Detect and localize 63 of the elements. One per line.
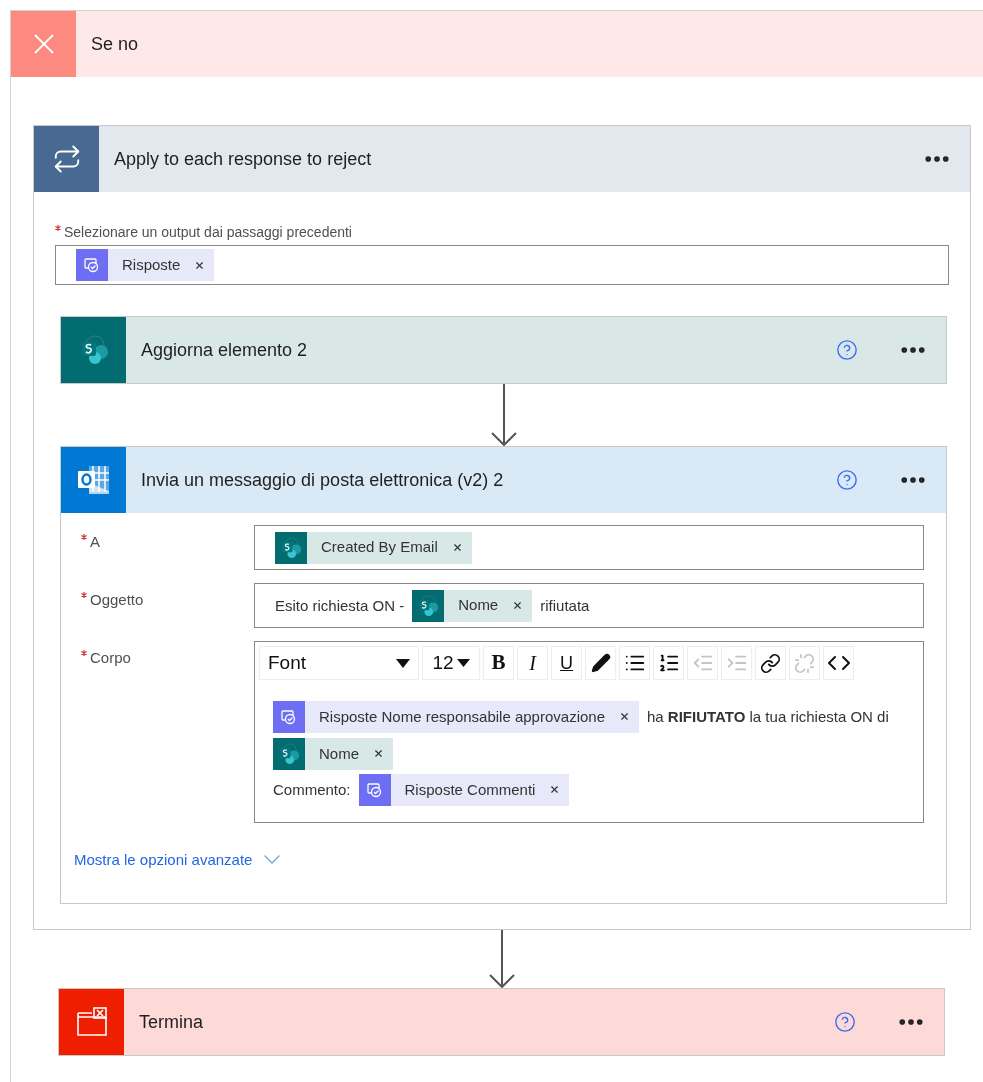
toolbar-button[interactable]: B bbox=[483, 646, 514, 680]
pen-icon bbox=[590, 653, 611, 673]
token-chip[interactable]: Risposte Commenti bbox=[358, 773, 570, 806]
toolbar-button[interactable]: U bbox=[551, 646, 582, 680]
toolbar-button[interactable] bbox=[823, 646, 854, 680]
help-icon[interactable] bbox=[834, 1011, 856, 1034]
action-header[interactable]: Aggiorna elemento 2 bbox=[61, 317, 946, 383]
token-label: Risposte Nome responsabile approvazione bbox=[318, 706, 606, 727]
token-chip[interactable]: Risposte bbox=[76, 249, 215, 281]
body-text: Esito richiesta ON - bbox=[275, 595, 405, 616]
dropdown-icon bbox=[396, 658, 410, 668]
toolbar-button[interactable] bbox=[619, 646, 650, 680]
input-field[interactable]: Created By Email bbox=[254, 525, 924, 570]
token-chip[interactable]: Nome bbox=[412, 589, 533, 622]
chevron-down-icon bbox=[264, 855, 281, 865]
remove-icon[interactable] bbox=[194, 259, 206, 271]
body-text: Commento: bbox=[273, 780, 351, 798]
token-chip[interactable]: Created By Email bbox=[275, 531, 472, 564]
remove-icon[interactable] bbox=[549, 784, 561, 796]
link-icon bbox=[760, 652, 781, 674]
action-title: Invia un messaggio di posta elettronica (v2) 2 bbox=[141, 468, 505, 492]
action-header[interactable]: Invia un messaggio di posta elettronica (v2) 2 bbox=[61, 447, 946, 513]
toolbar-button[interactable] bbox=[653, 646, 684, 680]
input-field[interactable]: Risposte bbox=[55, 245, 949, 285]
token-chip[interactable]: Nome bbox=[273, 737, 393, 770]
font-dropdown[interactable]: Font bbox=[259, 646, 419, 680]
action-header[interactable]: Apply to each response to reject bbox=[34, 126, 970, 192]
field-label: A bbox=[90, 532, 100, 552]
unlink-icon bbox=[794, 652, 815, 674]
size-dropdown[interactable]: 12 bbox=[422, 646, 480, 680]
dropdown-icon bbox=[456, 659, 470, 667]
numbered-list-icon bbox=[657, 652, 680, 674]
token-label: Risposte Commenti bbox=[403, 779, 537, 800]
toolbar-button[interactable] bbox=[585, 646, 616, 680]
help-icon[interactable] bbox=[836, 469, 858, 491]
remove-icon[interactable] bbox=[512, 600, 524, 611]
token-label: Nome bbox=[457, 595, 500, 616]
token-label: Risposte bbox=[121, 254, 182, 275]
remove-icon[interactable] bbox=[451, 542, 463, 553]
connector-arrow bbox=[488, 384, 519, 446]
token-label: Created By Email bbox=[320, 537, 439, 558]
token-label: Nome bbox=[318, 743, 360, 764]
toolbar-button[interactable] bbox=[755, 646, 786, 680]
connector-arrow bbox=[487, 930, 517, 989]
field-label: Oggetto bbox=[90, 590, 144, 610]
rich-text-editor[interactable]: Font 12 B I U Risposte Nome responsabile approvazione ha RIFIUTATO la tua richiesta ON di Nome Commento: Risposte Commenti bbox=[254, 641, 924, 823]
field-label: Selezionare un output dai passaggi precedenti bbox=[64, 223, 352, 242]
token-chip[interactable]: Risposte Nome responsabile approvazione bbox=[273, 700, 639, 733]
action-title: Apply to each response to reject bbox=[114, 147, 373, 171]
action-title: Termina bbox=[139, 1010, 205, 1034]
branch-header[interactable]: Se no bbox=[11, 11, 983, 77]
remove-icon[interactable] bbox=[373, 748, 384, 760]
branch-title: Se no bbox=[91, 32, 139, 56]
body-text: rifiutata bbox=[540, 595, 590, 616]
advanced-options-link[interactable]: Mostra le opzioni avanzate bbox=[74, 848, 253, 872]
input-field[interactable]: Esito richiesta ON - Nome rifiutata bbox=[254, 583, 924, 628]
action-title: Aggiorna elemento 2 bbox=[141, 338, 309, 362]
field-label: Corpo bbox=[90, 648, 131, 668]
action-header[interactable]: Termina bbox=[59, 989, 944, 1056]
body-text: ha RIFIUTATO la tua richiesta ON di bbox=[647, 707, 889, 725]
help-icon[interactable] bbox=[836, 339, 858, 361]
remove-icon[interactable] bbox=[619, 711, 630, 723]
toolbar-button[interactable]: I bbox=[517, 646, 548, 680]
